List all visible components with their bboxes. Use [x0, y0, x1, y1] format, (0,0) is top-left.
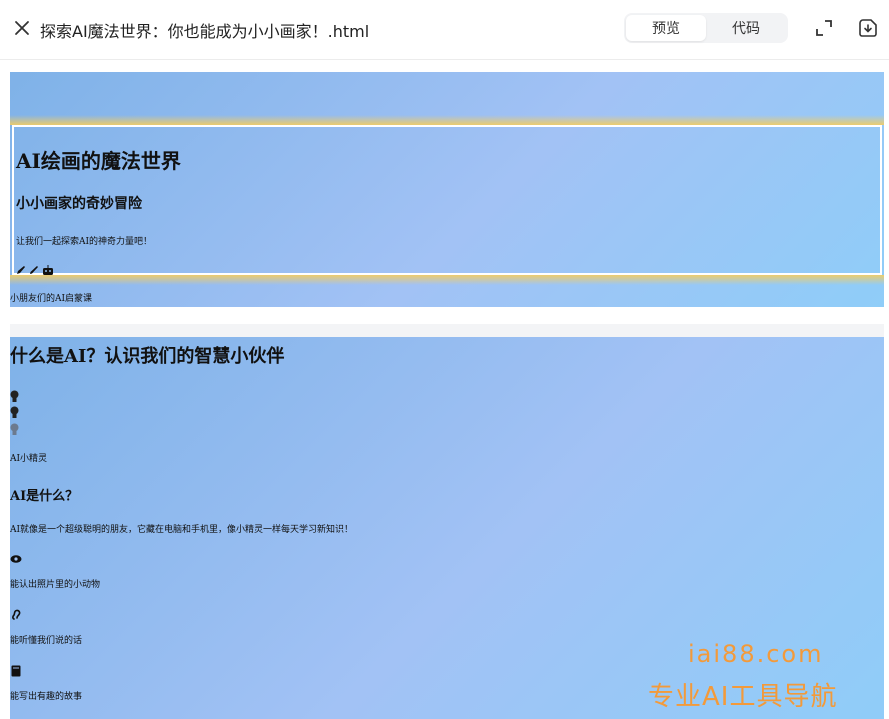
watermark-domain: iai88.com: [688, 640, 824, 668]
feature-text: 能听懂我们说的话: [10, 636, 83, 646]
book-icon: [10, 662, 22, 677]
eye-icon: [10, 550, 22, 563]
section-intro: AI就像是一个超级聪明的朋友，它藏在电脑和手机里，像小精灵一样每天学习新知识！: [10, 525, 354, 535]
hero-section: AI绘画的魔法世界 小小画家的奇妙冒险 让我们一起探索AI的神奇力量吧！ 小朋友…: [10, 72, 884, 307]
gold-band-top: [10, 115, 884, 125]
file-title: 探索AI魔法世界：你也能成为小小画家！.html: [40, 22, 370, 41]
hero-description: 让我们一起探索AI的神奇力量吧！: [16, 237, 153, 247]
lightbulb-icon: [10, 421, 19, 435]
tab-preview[interactable]: 预览: [626, 15, 706, 41]
tab-code[interactable]: 代码: [706, 15, 786, 41]
close-icon[interactable]: [12, 18, 32, 38]
section-title: 什么是AI？认识我们的智慧小伙伴: [10, 346, 285, 367]
lightbulb-icon: [10, 388, 19, 402]
hero-subtitle: 小小画家的奇妙冒险: [16, 196, 142, 212]
hero-card: AI绘画的魔法世界 小小画家的奇妙冒险 让我们一起探索AI的神奇力量吧！: [12, 125, 882, 275]
ear-icon: [10, 606, 22, 620]
hero-title: AI绘画的魔法世界: [16, 149, 181, 173]
top-toolbar: 探索AI魔法世界：你也能成为小小画家！.html 预览 代码: [0, 0, 889, 60]
section-heading: AI是什么？: [10, 489, 79, 504]
hero-caption: 小朋友们的AI启蒙课: [10, 294, 93, 304]
view-mode-toggle: 预览 代码: [624, 13, 788, 43]
feature-text: 能写出有趣的故事: [10, 692, 83, 702]
watermark-tagline: 专业AI工具导航: [648, 682, 838, 712]
feature-text: 能认出照片里的小动物: [10, 580, 101, 590]
section-divider: [10, 324, 884, 337]
mascot-label: AI小精灵: [10, 454, 48, 464]
gold-band-bottom: [10, 275, 884, 285]
expand-icon[interactable]: [812, 16, 836, 40]
download-icon[interactable]: [856, 16, 880, 40]
preview-frame: AI绘画的魔法世界 小小画家的奇妙冒险 让我们一起探索AI的神奇力量吧！ 小朋友…: [10, 72, 884, 719]
lightbulb-icon: [10, 404, 19, 418]
